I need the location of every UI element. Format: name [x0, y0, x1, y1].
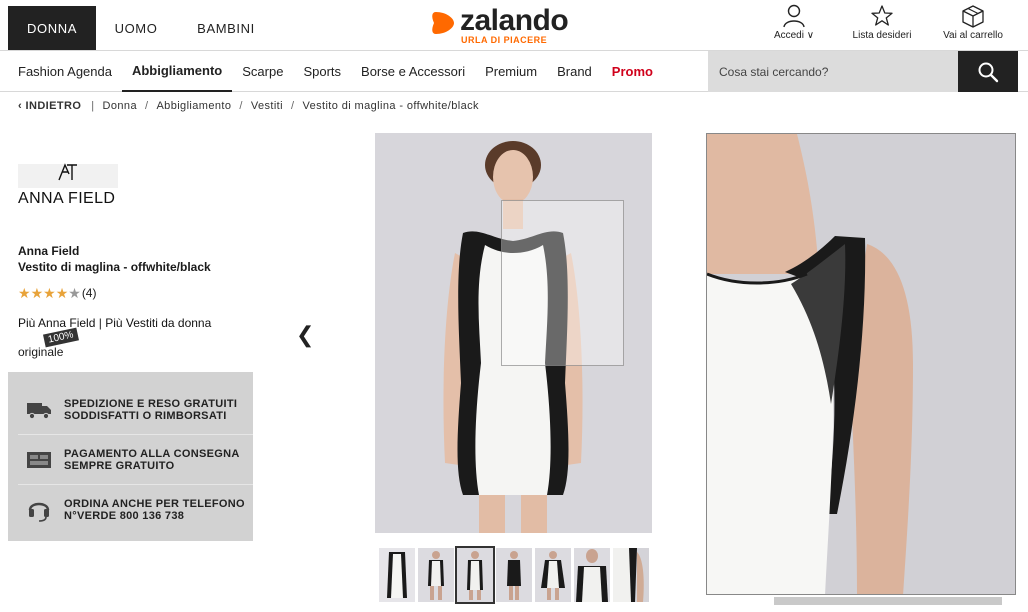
- nav-scarpe[interactable]: Scarpe: [232, 51, 293, 92]
- nav-promo[interactable]: Promo: [602, 51, 663, 92]
- thumbnail[interactable]: [535, 548, 571, 602]
- wishlist-button[interactable]: Lista desideri: [836, 4, 928, 41]
- service-shipping-line1: SPEDIZIONE E RESO GRATUITI: [64, 397, 238, 410]
- login-label: Accedi ∨: [773, 30, 815, 41]
- nav-sports[interactable]: Sports: [293, 51, 351, 92]
- thumbnail-active[interactable]: [455, 546, 495, 604]
- service-phone-line1: ORDINA ANCHE PER TELEFONO: [64, 498, 245, 510]
- service-payment-line2: SEMPRE GRATUITO: [64, 459, 175, 472]
- cart-label: Vai al carrello: [943, 30, 1003, 41]
- product-zoom-view: [706, 133, 1016, 595]
- product-main-image[interactable]: [375, 133, 652, 533]
- prev-image-arrow[interactable]: ❮: [296, 322, 314, 348]
- breadcrumb-current: Vestito di maglina - offwhite/black: [302, 100, 479, 112]
- service-info-box: SPEDIZIONE E RESO GRATUITI SODDISFATTI O…: [8, 372, 253, 541]
- service-payment-line1: PAGAMENTO ALLA CONSEGNA: [64, 447, 240, 460]
- breadcrumb: ‹ INDIETRO | Donna / Abbigliamento / Ves…: [18, 100, 479, 112]
- thumbnail-strip: [379, 546, 649, 604]
- box-icon: [962, 5, 984, 28]
- brand-logo[interactable]: ANNA FIELD: [18, 160, 118, 210]
- breadcrumb-separator: /: [144, 100, 149, 112]
- nav-abbigliamento[interactable]: Abbigliamento: [121, 51, 233, 92]
- product-name: Vestito di maglina - offwhite/black: [18, 260, 211, 274]
- nav-brand[interactable]: Brand: [547, 51, 602, 92]
- zoomed-photo: [707, 134, 1015, 594]
- headset-icon: [26, 497, 52, 523]
- top-header: DONNA UOMO BAMBINI zalando URLA DI PIACE…: [0, 0, 1028, 50]
- breadcrumb-divider: |: [91, 100, 95, 112]
- service-payment: PAGAMENTO ALLA CONSEGNA SEMPRE GRATUITO: [18, 435, 253, 485]
- search-icon: [978, 62, 999, 82]
- category-nav: Fashion Agenda Abbigliamento Scarpe Spor…: [0, 50, 1028, 92]
- star-empty-icon: ★: [68, 285, 81, 301]
- gender-tabs: DONNA UOMO BAMBINI: [8, 6, 276, 50]
- zoom-lens[interactable]: [501, 200, 624, 366]
- tab-uomo[interactable]: UOMO: [96, 6, 176, 50]
- zalando-mark-icon: [432, 12, 454, 34]
- breadcrumb-abbigliamento[interactable]: Abbigliamento: [156, 100, 231, 112]
- more-brand-link[interactable]: Più Anna Field: [18, 316, 95, 330]
- logo-tagline: URLA DI PIACERE: [461, 35, 548, 45]
- star-filled-icon: ★: [43, 285, 56, 301]
- search-button[interactable]: [958, 51, 1018, 92]
- user-icon: [783, 4, 805, 28]
- service-phone-line2: N°VERDE 800 136 738: [64, 510, 185, 522]
- payment-icon: [26, 447, 52, 473]
- star-filled-icon: ★: [55, 285, 69, 301]
- back-link[interactable]: ‹ INDIETRO: [18, 100, 81, 112]
- category-list: Fashion Agenda Abbigliamento Scarpe Spor…: [8, 51, 663, 92]
- breadcrumb-donna[interactable]: Donna: [103, 100, 137, 112]
- tab-bambini[interactable]: BAMBINI: [176, 6, 276, 50]
- zoom-scrollbar[interactable]: [774, 597, 1002, 605]
- product-rating[interactable]: ★ ★ ★ ★ ★ (4): [18, 286, 96, 300]
- logo-wordmark: zalando: [460, 4, 569, 37]
- brand-logo-name: ANNA FIELD: [18, 190, 116, 207]
- tab-donna[interactable]: DONNA: [8, 6, 96, 50]
- product-brand: Anna Field: [18, 244, 80, 258]
- service-shipping: SPEDIZIONE E RESO GRATUITI SODDISFATTI O…: [18, 385, 253, 435]
- service-shipping-line2: SODDISFATTI O RIMBORSATI: [64, 409, 227, 422]
- thumbnail[interactable]: [418, 548, 454, 602]
- nav-premium[interactable]: Premium: [475, 51, 547, 92]
- more-category-link[interactable]: Più Vestiti da donna: [105, 316, 211, 330]
- login-button[interactable]: Accedi ∨: [752, 4, 836, 41]
- thumbnail[interactable]: [574, 548, 610, 602]
- zalando-logo[interactable]: zalando URLA DI PIACERE: [430, 4, 580, 47]
- truck-icon: [26, 397, 52, 423]
- original-caption: originale: [18, 345, 64, 359]
- breadcrumb-separator: /: [239, 100, 243, 112]
- header-actions: Accedi ∨ Lista desideri Vai al carrello: [752, 4, 1018, 41]
- nav-borse-accessori[interactable]: Borse e Accessori: [351, 51, 475, 92]
- thumbnail[interactable]: [613, 548, 649, 602]
- service-phone: ORDINA ANCHE PER TELEFONO N°VERDE 800 13…: [18, 485, 253, 535]
- star-filled-icon: ★: [18, 285, 31, 301]
- nav-fashion-agenda[interactable]: Fashion Agenda: [8, 51, 122, 92]
- star-icon: [871, 5, 893, 26]
- star-filled-icon: ★: [30, 285, 44, 301]
- rating-count: (4): [81, 286, 97, 300]
- breadcrumb-vestiti[interactable]: Vestiti: [251, 100, 283, 112]
- more-links: Più Anna Field | Più Vestiti da donna: [18, 316, 211, 330]
- breadcrumb-separator: /: [290, 100, 295, 112]
- cart-button[interactable]: Vai al carrello: [928, 4, 1018, 41]
- wishlist-label: Lista desideri: [852, 30, 912, 41]
- thumbnail[interactable]: [379, 548, 415, 602]
- search-input[interactable]: [708, 51, 958, 92]
- thumbnail[interactable]: [496, 548, 532, 602]
- brand-monogram-icon: [58, 163, 77, 181]
